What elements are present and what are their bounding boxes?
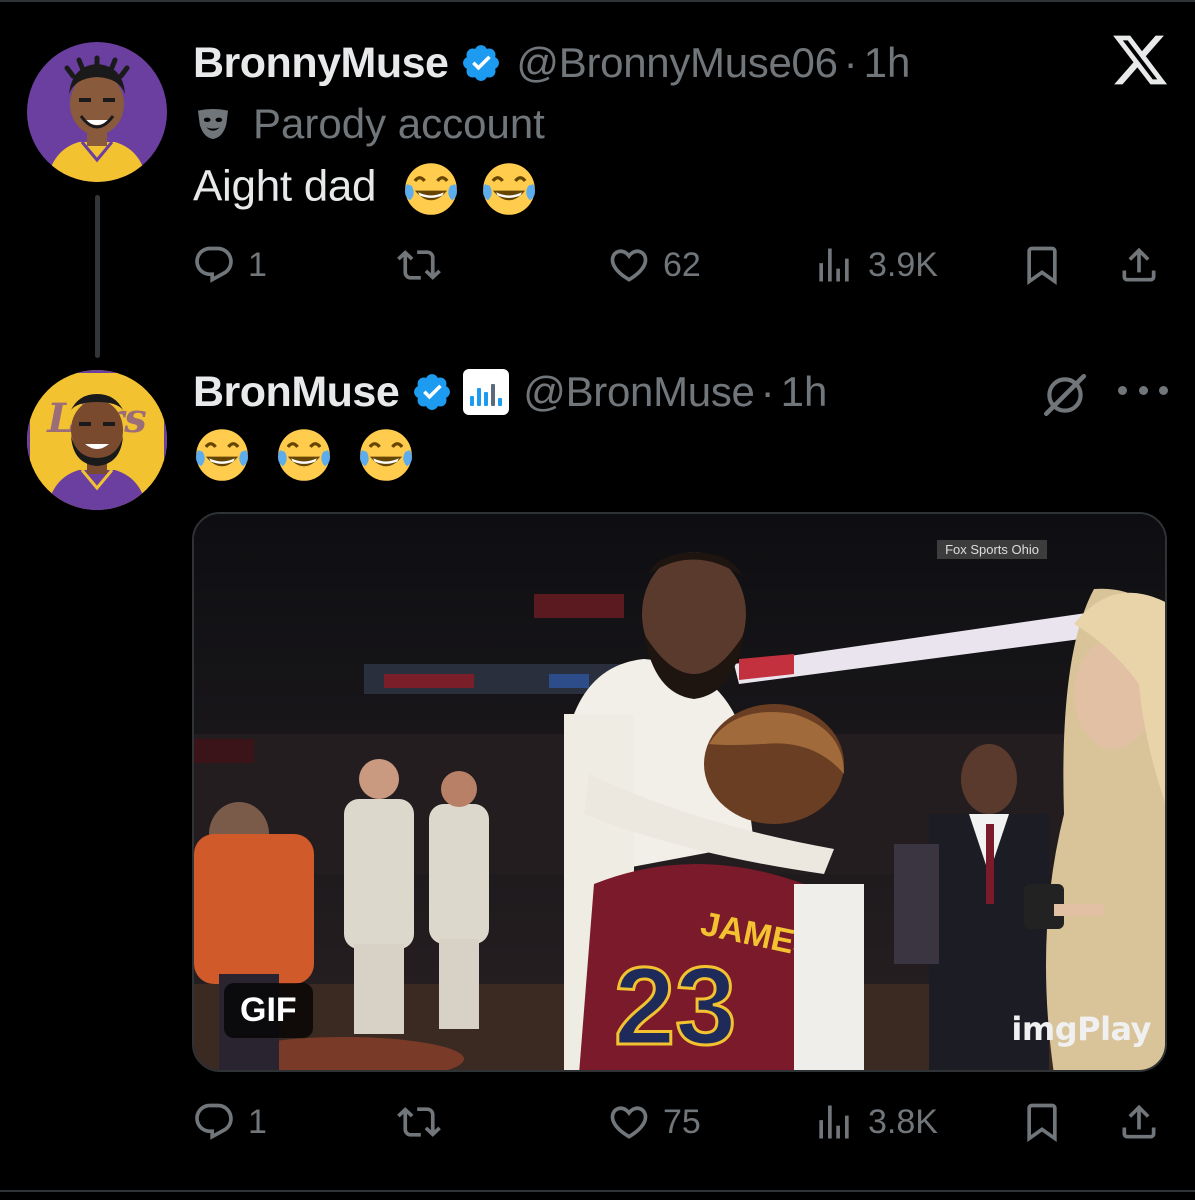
laughing-emoji-icon xyxy=(193,426,251,484)
affiliate-badge-icon[interactable] xyxy=(463,369,510,415)
tweet-text-content: Aight dad xyxy=(193,161,377,211)
views-icon xyxy=(819,1105,849,1139)
gif-media[interactable]: JAMES 23 Fox Sports Ohio GIF imgPlay xyxy=(192,512,1167,1072)
repost-icon xyxy=(397,1107,441,1137)
reply-count: 1 xyxy=(248,1102,267,1141)
more-options-icon[interactable] xyxy=(1118,375,1168,405)
reply-icon xyxy=(195,1103,233,1140)
bookmark-icon xyxy=(1027,1103,1057,1143)
repost-button[interactable] xyxy=(397,1100,453,1144)
thread-connector-line xyxy=(95,195,100,358)
like-count: 62 xyxy=(663,245,701,284)
parody-label: Parody account xyxy=(193,100,545,148)
share-icon xyxy=(1122,247,1156,282)
heart-icon xyxy=(610,1106,648,1139)
separator-dot: · xyxy=(843,39,858,86)
laughing-emoji-icon xyxy=(480,160,538,218)
broadcast-tag: Fox Sports Ohio xyxy=(937,540,1047,559)
bookmark-button[interactable] xyxy=(1020,243,1064,287)
x-logo-icon xyxy=(1110,30,1170,90)
tweet-2-actions: 1 75 3.8K xyxy=(192,1100,1167,1160)
bottom-border xyxy=(0,1190,1195,1192)
views-button[interactable]: 3.8K xyxy=(812,1100,938,1144)
bookmark-button[interactable] xyxy=(1020,1100,1064,1144)
gif-frame-image: JAMES 23 xyxy=(194,514,1165,1070)
author-name[interactable]: BronMuse xyxy=(193,368,400,417)
timestamp[interactable]: 1h xyxy=(864,39,911,87)
imgplay-watermark: imgPlay xyxy=(1011,1010,1151,1048)
verified-badge-icon[interactable] xyxy=(411,371,453,413)
top-border xyxy=(0,0,1195,5)
share-button[interactable] xyxy=(1117,243,1161,287)
gif-badge[interactable]: GIF xyxy=(224,983,313,1038)
separator-dot: · xyxy=(760,368,775,415)
tweet-2-text xyxy=(185,426,415,484)
views-icon xyxy=(819,248,849,282)
like-count: 75 xyxy=(663,1102,701,1141)
parody-mask-icon xyxy=(193,104,233,144)
heart-icon xyxy=(610,249,648,282)
tweet-1-header: BronnyMuse @BronnyMuse06 · 1h xyxy=(193,38,910,88)
tweet-1-text: Aight dad xyxy=(193,160,538,218)
reply-icon xyxy=(195,246,233,283)
repost-icon xyxy=(397,250,441,280)
verified-badge-icon[interactable] xyxy=(460,42,502,84)
author-handle[interactable]: @BronMuse xyxy=(523,368,755,416)
share-icon xyxy=(1122,1104,1156,1139)
reply-count: 1 xyxy=(248,245,267,284)
views-count: 3.8K xyxy=(868,1102,938,1141)
grok-icon[interactable] xyxy=(1040,370,1090,420)
svg-text:23: 23 xyxy=(614,945,736,1068)
author-handle[interactable]: @BronnyMuse06 xyxy=(516,39,838,87)
reply-button[interactable]: 1 xyxy=(192,243,267,287)
avatar-bronnymuse[interactable] xyxy=(27,42,167,182)
repost-button[interactable] xyxy=(397,243,453,287)
reply-button[interactable]: 1 xyxy=(192,1100,267,1144)
bookmark-icon xyxy=(1027,246,1057,286)
tweet-1-actions: 1 62 3.9K xyxy=(192,243,1167,303)
author-name[interactable]: BronnyMuse xyxy=(193,39,449,88)
share-button[interactable] xyxy=(1117,1100,1161,1144)
like-button[interactable]: 62 xyxy=(607,243,701,287)
laughing-emoji-icon xyxy=(357,426,415,484)
like-button[interactable]: 75 xyxy=(607,1100,701,1144)
laughing-emoji-icon xyxy=(275,426,333,484)
laughing-emoji-icon xyxy=(402,160,460,218)
views-count: 3.9K xyxy=(868,245,938,284)
parody-label-text: Parody account xyxy=(253,100,545,147)
views-button[interactable]: 3.9K xyxy=(812,243,938,287)
tweet-2-header: BronMuse @BronMuse · 1h xyxy=(193,366,827,418)
timestamp[interactable]: 1h xyxy=(781,368,828,416)
avatar-bronmuse[interactable]: Lkrs xyxy=(27,370,167,510)
